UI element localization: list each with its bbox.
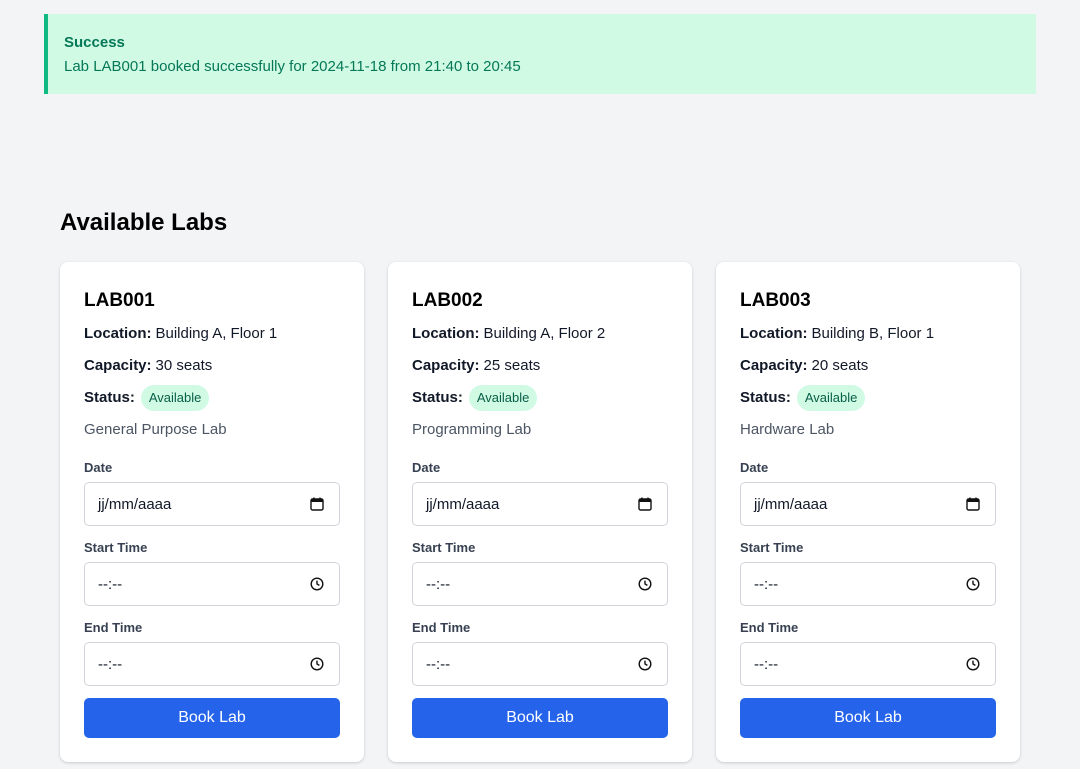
- location-row: Location: Building A, Floor 2: [412, 324, 605, 344]
- capacity-value: 25 seats: [483, 357, 541, 374]
- capacity-label: Capacity:: [84, 357, 152, 374]
- status-row: Status: Available: [84, 385, 210, 411]
- status-label: Status:: [740, 389, 791, 406]
- location-row: Location: Building B, Floor 1: [740, 324, 934, 344]
- lab-card-lab003: LAB003 Location: Building B, Floor 1 Cap…: [716, 262, 1020, 762]
- capacity-label: Capacity:: [740, 357, 808, 374]
- clock-icon[interactable]: [965, 656, 981, 672]
- alert-title: Success: [64, 34, 125, 51]
- lab-name: LAB003: [740, 290, 811, 311]
- lab-card-lab001: LAB001 Location: Building A, Floor 1 Cap…: [60, 262, 364, 762]
- date-placeholder: jj/mm/aaaa: [754, 495, 828, 513]
- book-lab-button[interactable]: Book Lab: [84, 698, 340, 738]
- end-time-placeholder: --:--: [754, 655, 779, 673]
- start-time-placeholder: --:--: [98, 575, 123, 593]
- start-time-label: Start Time: [84, 540, 148, 555]
- end-time-placeholder: --:--: [426, 655, 451, 673]
- location-label: Location:: [84, 325, 152, 342]
- location-row: Location: Building A, Floor 1: [84, 324, 277, 344]
- end-time-label: End Time: [412, 620, 471, 635]
- date-label: Date: [740, 460, 769, 475]
- date-label: Date: [412, 460, 441, 475]
- lab-name: LAB001: [84, 290, 155, 311]
- end-time-input[interactable]: --:--: [84, 642, 340, 686]
- end-time-input[interactable]: --:--: [412, 642, 668, 686]
- capacity-row: Capacity: 20 seats: [740, 356, 868, 376]
- end-time-placeholder: --:--: [98, 655, 123, 673]
- start-time-placeholder: --:--: [426, 575, 451, 593]
- status-badge: Available: [468, 385, 538, 411]
- start-time-placeholder: --:--: [754, 575, 779, 593]
- location-label: Location:: [740, 325, 808, 342]
- clock-icon[interactable]: [309, 576, 325, 592]
- capacity-label: Capacity:: [412, 357, 480, 374]
- end-time-input[interactable]: --:--: [740, 642, 996, 686]
- status-row: Status: Available: [412, 385, 538, 411]
- lab-card-lab002: LAB002 Location: Building A, Floor 2 Cap…: [388, 262, 692, 762]
- date-placeholder: jj/mm/aaaa: [98, 495, 172, 513]
- status-label: Status:: [84, 389, 135, 406]
- capacity-row: Capacity: 30 seats: [84, 356, 212, 376]
- clock-icon[interactable]: [637, 656, 653, 672]
- start-time-label: Start Time: [412, 540, 476, 555]
- status-badge: Available: [140, 385, 210, 411]
- calendar-icon[interactable]: [965, 496, 981, 512]
- start-time-input[interactable]: --:--: [84, 562, 340, 606]
- lab-name: LAB002: [412, 290, 483, 311]
- date-placeholder: jj/mm/aaaa: [426, 495, 500, 513]
- lab-description: Hardware Lab: [740, 421, 835, 438]
- start-time-input[interactable]: --:--: [412, 562, 668, 606]
- date-label: Date: [84, 460, 113, 475]
- capacity-row: Capacity: 25 seats: [412, 356, 540, 376]
- clock-icon[interactable]: [309, 656, 325, 672]
- status-row: Status: Available: [740, 385, 866, 411]
- location-value: Building A, Floor 2: [483, 325, 606, 342]
- clock-icon[interactable]: [965, 576, 981, 592]
- date-input[interactable]: jj/mm/aaaa: [740, 482, 996, 526]
- status-badge: Available: [796, 385, 866, 411]
- location-value: Building B, Floor 1: [811, 325, 935, 342]
- status-label: Status:: [412, 389, 463, 406]
- book-lab-button[interactable]: Book Lab: [412, 698, 668, 738]
- start-time-label: Start Time: [740, 540, 804, 555]
- end-time-label: End Time: [740, 620, 799, 635]
- success-alert: Success Lab LAB001 booked successfully f…: [44, 14, 1036, 94]
- clock-icon[interactable]: [637, 576, 653, 592]
- start-time-input[interactable]: --:--: [740, 562, 996, 606]
- capacity-value: 30 seats: [155, 357, 213, 374]
- end-time-label: End Time: [84, 620, 143, 635]
- date-input[interactable]: jj/mm/aaaa: [412, 482, 668, 526]
- book-lab-button[interactable]: Book Lab: [740, 698, 996, 738]
- lab-description: Programming Lab: [412, 421, 532, 438]
- lab-description: General Purpose Lab: [84, 421, 227, 438]
- location-label: Location:: [412, 325, 480, 342]
- section-title: Available Labs: [60, 209, 228, 236]
- date-input[interactable]: jj/mm/aaaa: [84, 482, 340, 526]
- alert-message: Lab LAB001 booked successfully for 2024-…: [64, 58, 521, 75]
- calendar-icon[interactable]: [309, 496, 325, 512]
- location-value: Building A, Floor 1: [155, 325, 278, 342]
- calendar-icon[interactable]: [637, 496, 653, 512]
- capacity-value: 20 seats: [811, 357, 869, 374]
